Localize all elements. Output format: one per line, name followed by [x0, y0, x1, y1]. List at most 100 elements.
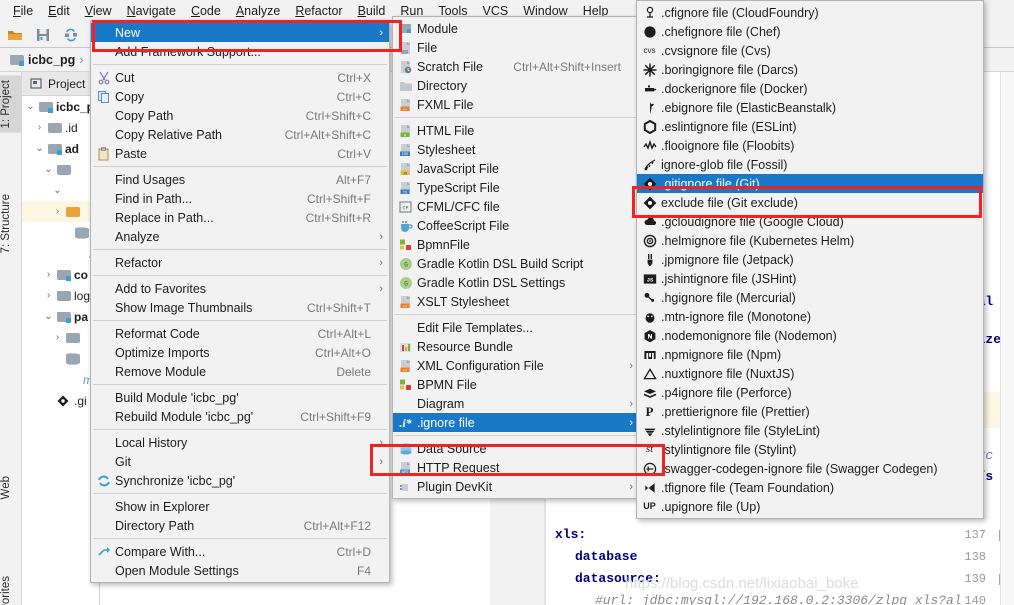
- new-menu-item-bpmn-file[interactable]: BPMN File: [393, 375, 639, 394]
- menubar-item-edit[interactable]: Edit: [41, 2, 77, 20]
- tool-window-tab-project[interactable]: 1: Project: [0, 76, 22, 133]
- new-menu-item-ignore-file[interactable]: .i* .ignore file ›: [393, 413, 639, 432]
- new-menu-item-file[interactable]: File: [393, 38, 639, 57]
- new-menu-item-directory[interactable]: Directory: [393, 76, 639, 95]
- context-menu-item-cut[interactable]: Cut Ctrl+X: [91, 68, 389, 87]
- context-menu-item-compare-with[interactable]: Compare With... Ctrl+D: [91, 542, 389, 561]
- ignore-menu-item-dockerignore-file-docker[interactable]: .dockerignore file (Docker): [637, 79, 983, 98]
- ignore-menu-item-swagger-codegen-ignore-file-swagger-codegen[interactable]: .swagger-codegen-ignore file (Swagger Co…: [637, 459, 983, 478]
- sync-icon[interactable]: [62, 26, 80, 44]
- context-menu-item-new[interactable]: New ›: [91, 23, 389, 42]
- ignore-menu-item-tfignore-file-team-foundation[interactable]: .tfignore file (Team Foundation): [637, 478, 983, 497]
- tree-row[interactable]: ⌄: [22, 159, 99, 180]
- new-menu-item-http-request[interactable]: API HTTP Request: [393, 458, 639, 477]
- ignore-file-submenu[interactable]: .cfignore file (CloudFoundry) .chefignore…: [636, 0, 984, 519]
- ignore-menu-item-exclude-file-git-exclude[interactable]: exclude file (Git exclude): [637, 193, 983, 212]
- tree-row[interactable]: m: [22, 369, 99, 390]
- ignore-menu-item-prettierignore-file-prettier[interactable]: P .prettierignore file (Prettier): [637, 402, 983, 421]
- menubar-item-file[interactable]: File: [6, 2, 40, 20]
- ignore-menu-item-npmignore-file-npm[interactable]: .npmignore file (Npm): [637, 345, 983, 364]
- new-menu-item-html-file[interactable]: H HTML File: [393, 121, 639, 140]
- context-menu-item-optimize-imports[interactable]: Optimize Imports Ctrl+Alt+O: [91, 343, 389, 362]
- ignore-menu-item-jshintignore-file-jshint[interactable]: JS .jshintignore file (JSHint): [637, 269, 983, 288]
- context-menu-item-copy[interactable]: Copy Ctrl+C: [91, 87, 389, 106]
- chevron-icon[interactable]: ›: [43, 269, 54, 280]
- new-menu-item-plugin-devkit[interactable]: Plugin DevKit ›: [393, 477, 639, 496]
- context-menu-item-build-module-icbc-pg[interactable]: Build Module 'icbc_pg': [91, 388, 389, 407]
- context-menu-item-add-framework-support[interactable]: Add Framework Support...: [91, 42, 389, 61]
- new-menu-item-stylesheet[interactable]: CSS Stylesheet: [393, 140, 639, 159]
- ignore-menu-item-boringignore-file-darcs[interactable]: .boringignore file (Darcs): [637, 60, 983, 79]
- ignore-menu-item-mtn-ignore-file-monotone[interactable]: .mtn-ignore file (Monotone): [637, 307, 983, 326]
- new-menu-item-bpmnfile[interactable]: BpmnFile: [393, 235, 639, 254]
- project-tree[interactable]: ⌄ icbc_p › .id ⌄ ad ⌄ ⌄ › m › co › log ⌄ pa › m .gi: [22, 96, 99, 411]
- context-menu-item-add-to-favorites[interactable]: Add to Favorites ›: [91, 279, 389, 298]
- new-menu-item-diagram[interactable]: Diagram ›: [393, 394, 639, 413]
- context-menu-item-remove-module[interactable]: Remove Module Delete: [91, 362, 389, 381]
- context-menu-item-open-module-settings[interactable]: Open Module Settings F4: [91, 561, 389, 580]
- chevron-icon[interactable]: ⌄: [52, 185, 63, 196]
- editor-scrollbar[interactable]: [1000, 72, 1014, 605]
- tree-row[interactable]: ⌄ icbc_p: [22, 96, 99, 117]
- ignore-menu-item-jpmignore-file-jetpack[interactable]: .jpmignore file (Jetpack): [637, 250, 983, 269]
- new-menu-item-gradle-kotlin-dsl-build-script[interactable]: G Gradle Kotlin DSL Build Script: [393, 254, 639, 273]
- ignore-menu-item-upignore-file-up[interactable]: UP .upignore file (Up): [637, 497, 983, 516]
- menubar-item-view[interactable]: View: [78, 2, 119, 20]
- open-folder-icon[interactable]: [6, 26, 24, 44]
- ignore-menu-item-chefignore-file-chef[interactable]: .chefignore file (Chef): [637, 22, 983, 41]
- chevron-icon[interactable]: ›: [52, 332, 63, 343]
- tool-window-tab-favorites[interactable]: Favorites: [0, 572, 22, 605]
- ignore-menu-item-eslintignore-file-eslint[interactable]: .eslintignore file (ESLint): [637, 117, 983, 136]
- menubar-item-refactor[interactable]: Refactor: [288, 2, 349, 20]
- ignore-menu-item-ignore-glob-file-fossil[interactable]: ignore-glob file (Fossil): [637, 155, 983, 174]
- new-menu-item-resource-bundle[interactable]: Resource Bundle: [393, 337, 639, 356]
- chevron-icon[interactable]: ›: [52, 206, 63, 217]
- tree-row[interactable]: › .id: [22, 117, 99, 138]
- project-tool-window[interactable]: Project ⌄ icbc_p › .id ⌄ ad ⌄ ⌄ › m › co › log ⌄ pa › m .g…: [22, 72, 100, 605]
- tree-row[interactable]: .gi: [22, 390, 99, 411]
- new-menu-item-data-source[interactable]: Data Source: [393, 439, 639, 458]
- new-menu-item-coffeescript-file[interactable]: CoffeeScript File: [393, 216, 639, 235]
- tree-row[interactable]: ›: [22, 201, 99, 222]
- ignore-menu-item-gcloudignore-file-google-cloud[interactable]: .gcloudignore file (Google Cloud): [637, 212, 983, 231]
- context-menu-item-local-history[interactable]: Local History ›: [91, 433, 389, 452]
- context-menu-item-synchronize-icbc-pg[interactable]: Synchronize 'icbc_pg': [91, 471, 389, 490]
- chevron-icon[interactable]: ⌄: [34, 143, 45, 154]
- context-menu-item-copy-path[interactable]: Copy Path Ctrl+Shift+C: [91, 106, 389, 125]
- ignore-menu-item-ebignore-file-elasticbeanstalk[interactable]: .ebignore file (ElasticBeanstalk): [637, 98, 983, 117]
- new-menu-item-module[interactable]: Module: [393, 19, 639, 38]
- tree-row[interactable]: [22, 348, 99, 369]
- chevron-icon[interactable]: ›: [34, 122, 45, 133]
- ignore-menu-item-nodemonignore-file-nodemon[interactable]: .nodemonignore file (Nodemon): [637, 326, 983, 345]
- left-tool-window-strip[interactable]: 1: Project 7: Structure Web Favorites: [0, 72, 22, 605]
- ignore-menu-item-cvsignore-file-cvs[interactable]: cvs .cvsignore file (Cvs): [637, 41, 983, 60]
- context-menu-item-reformat-code[interactable]: Reformat Code Ctrl+Alt+L: [91, 324, 389, 343]
- context-menu-item-paste[interactable]: Paste Ctrl+V: [91, 144, 389, 163]
- context-menu-item-find-usages[interactable]: Find Usages Alt+F7: [91, 170, 389, 189]
- ignore-menu-item-p4ignore-file-perforce[interactable]: .p4ignore file (Perforce): [637, 383, 983, 402]
- tree-row[interactable]: ⌄ pa: [22, 306, 99, 327]
- chevron-icon[interactable]: ⌄: [25, 101, 36, 112]
- tool-window-tab-structure[interactable]: 7: Structure: [0, 190, 22, 257]
- context-menu-item-refactor[interactable]: Refactor ›: [91, 253, 389, 272]
- chevron-icon[interactable]: ⌄: [43, 311, 54, 322]
- tree-row[interactable]: › log: [22, 285, 99, 306]
- tree-row[interactable]: [22, 222, 99, 243]
- chevron-icon[interactable]: ⌄: [43, 164, 54, 175]
- new-menu-item-xslt-stylesheet[interactable]: <> XSLT Stylesheet: [393, 292, 639, 311]
- menubar-item-analyze[interactable]: Analyze: [229, 2, 287, 20]
- tree-row[interactable]: ⌄: [22, 180, 99, 201]
- ignore-menu-item-helmignore-file-kubernetes-helm[interactable]: .helmignore file (Kubernetes Helm): [637, 231, 983, 250]
- new-menu-item-cfml-cfc-file[interactable]: CF CFML/CFC file: [393, 197, 639, 216]
- ignore-menu-item-cfignore-file-cloudfoundry[interactable]: .cfignore file (CloudFoundry): [637, 3, 983, 22]
- new-menu-item-fxml-file[interactable]: <> FXML File: [393, 95, 639, 114]
- tree-row[interactable]: › co: [22, 264, 99, 285]
- menubar-item-build[interactable]: Build: [351, 2, 393, 20]
- ignore-menu-item-hgignore-file-mercurial[interactable]: .hgignore file (Mercurial): [637, 288, 983, 307]
- menubar-item-navigate[interactable]: Navigate: [120, 2, 183, 20]
- context-menu-item-analyze[interactable]: Analyze ›: [91, 227, 389, 246]
- context-menu-item-show-in-explorer[interactable]: Show in Explorer: [91, 497, 389, 516]
- tree-row[interactable]: m: [22, 243, 99, 264]
- tree-row[interactable]: ⌄ ad: [22, 138, 99, 159]
- context-menu-item-rebuild-module-icbc-pg[interactable]: Rebuild Module 'icbc_pg' Ctrl+Shift+F9: [91, 407, 389, 426]
